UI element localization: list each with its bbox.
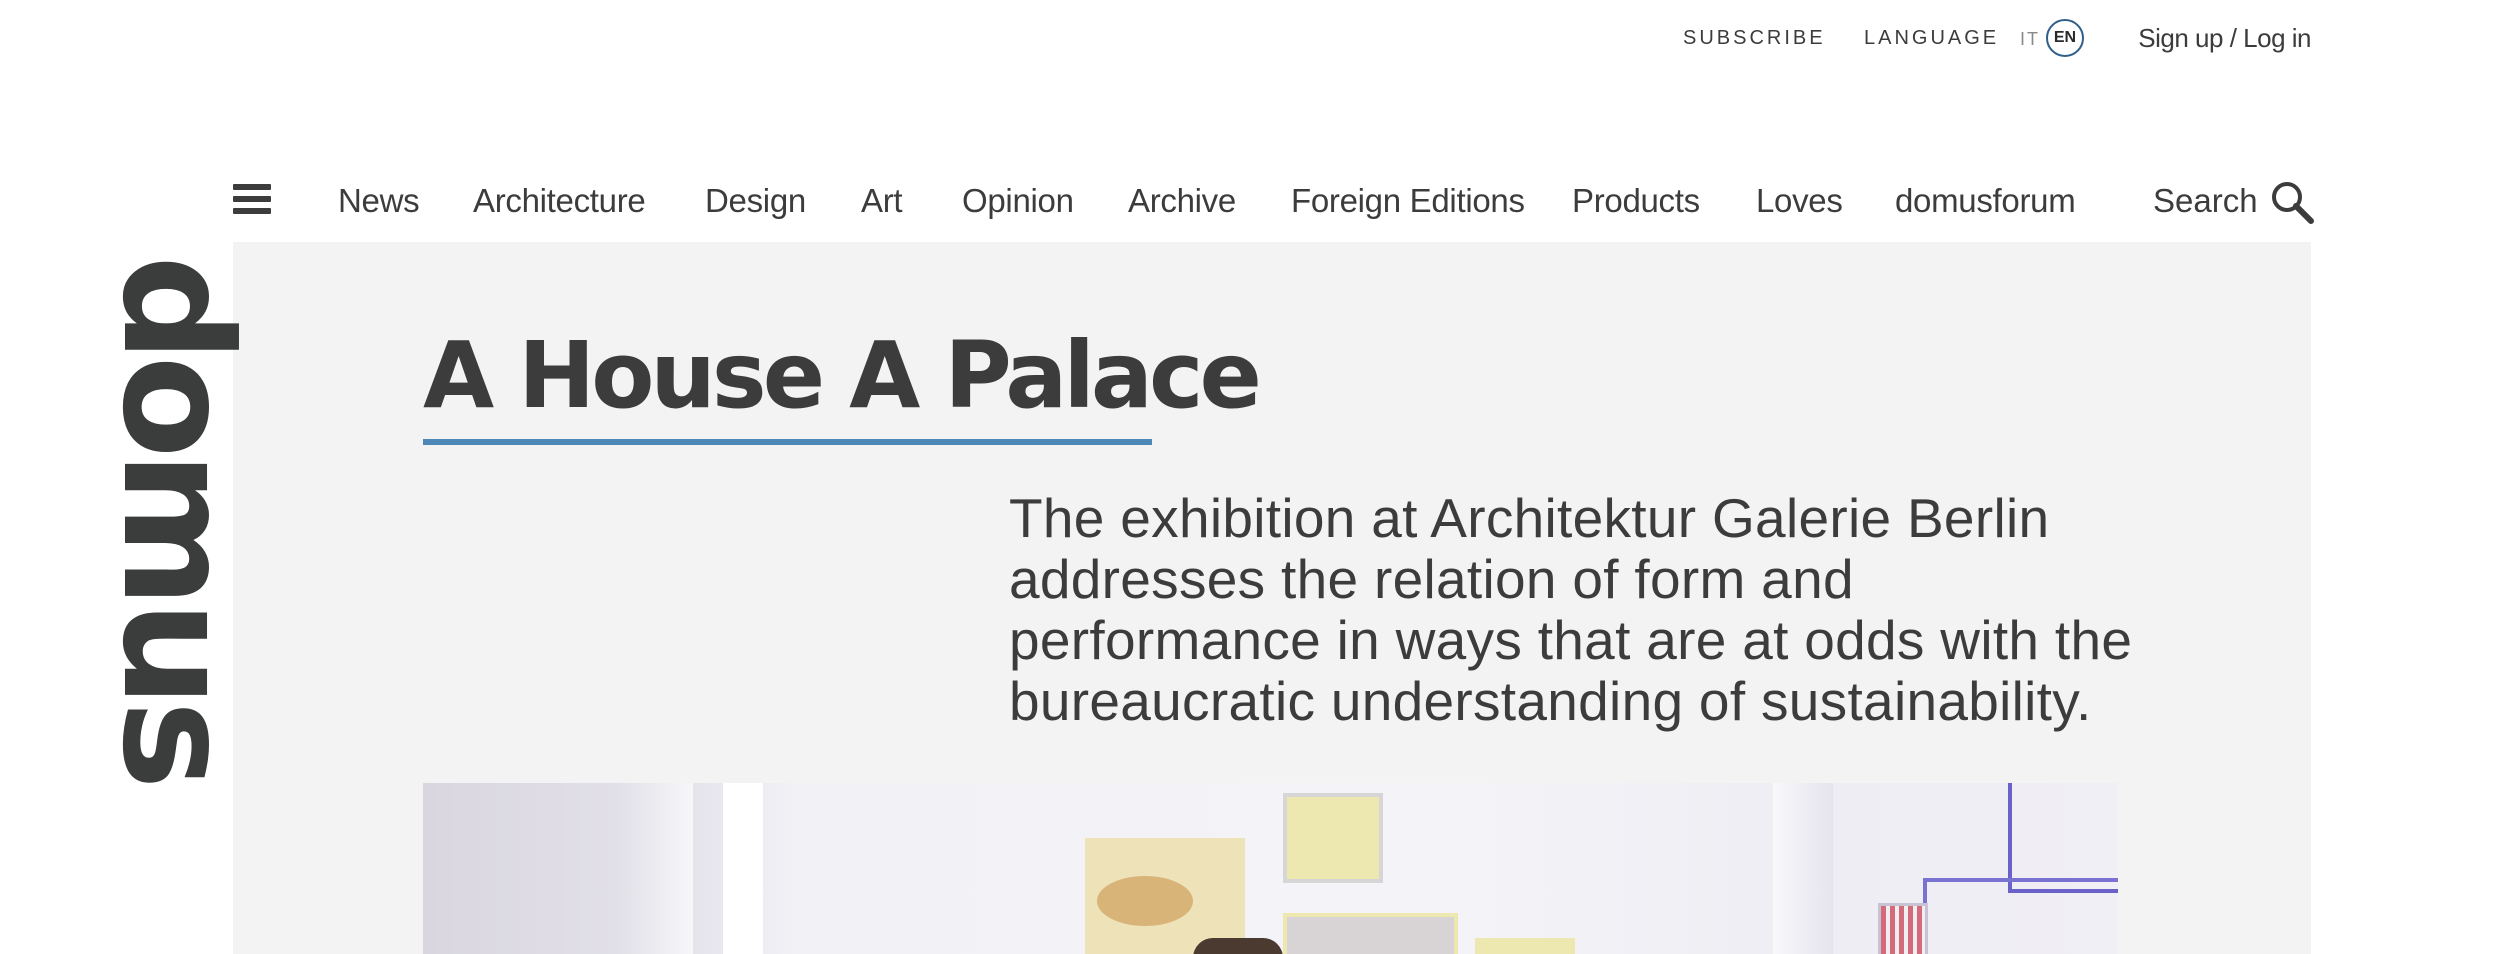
article-title: A House A Palace <box>423 322 1262 429</box>
search-icon[interactable] <box>2270 180 2314 224</box>
hamburger-menu-icon[interactable] <box>233 184 271 214</box>
nav-item-domusforum[interactable]: domusforum <box>1895 182 2076 220</box>
nav-item-foreign-editions[interactable]: Foreign Editions <box>1291 182 1525 220</box>
nav-item-opinion[interactable]: Opinion <box>962 182 1074 220</box>
search-link[interactable]: Search <box>2153 182 2258 220</box>
subscribe-link[interactable]: SUBSCRIBE <box>1683 27 1826 50</box>
language-option-it[interactable]: IT <box>2020 29 2040 50</box>
hero-image <box>423 783 2118 954</box>
nav-item-news[interactable]: News <box>338 182 420 220</box>
title-underline <box>423 439 1152 445</box>
main-nav: News Architecture Design Art Opinion Arc… <box>0 170 2500 240</box>
nav-item-products[interactable]: Products <box>1572 182 1700 220</box>
nav-item-art[interactable]: Art <box>861 182 903 220</box>
language-link[interactable]: LANGUAGE <box>1864 27 1999 50</box>
nav-item-loves[interactable]: Loves <box>1756 182 1843 220</box>
language-option-en-active[interactable]: EN <box>2046 19 2084 57</box>
article-header-panel: A House A Palace The exhibition at Archi… <box>233 242 2311 954</box>
article-lede: The exhibition at Architektur Galerie Be… <box>1009 487 2133 732</box>
nav-item-design[interactable]: Design <box>705 182 806 220</box>
domus-logo[interactable]: domus <box>89 255 263 783</box>
nav-item-architecture[interactable]: Architecture <box>473 182 646 220</box>
utility-bar: SUBSCRIBE LANGUAGE IT EN Sign up / Log i… <box>0 0 2500 80</box>
signup-login-link[interactable]: Sign up / Log in <box>2138 23 2311 54</box>
nav-item-archive[interactable]: Archive <box>1128 182 1236 220</box>
